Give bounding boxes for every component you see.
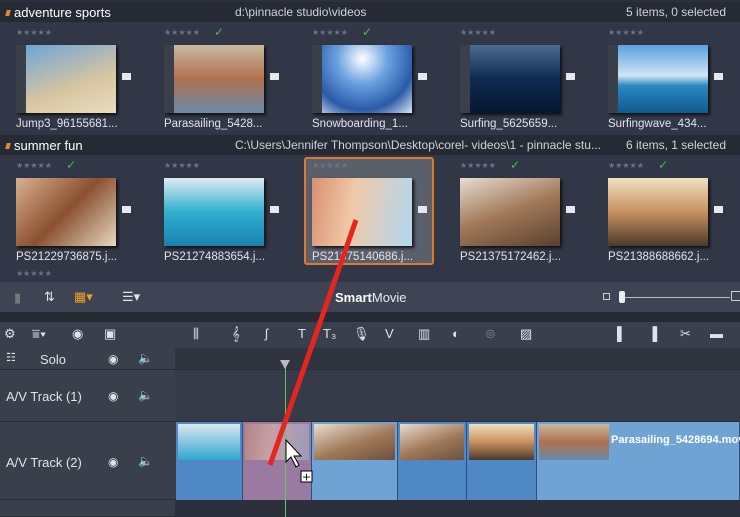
mouse-cursor-icon <box>285 438 303 468</box>
arrow-line <box>267 219 359 466</box>
plus-glyph: + <box>302 471 311 484</box>
drag-arrow-annotation: + <box>267 219 359 484</box>
